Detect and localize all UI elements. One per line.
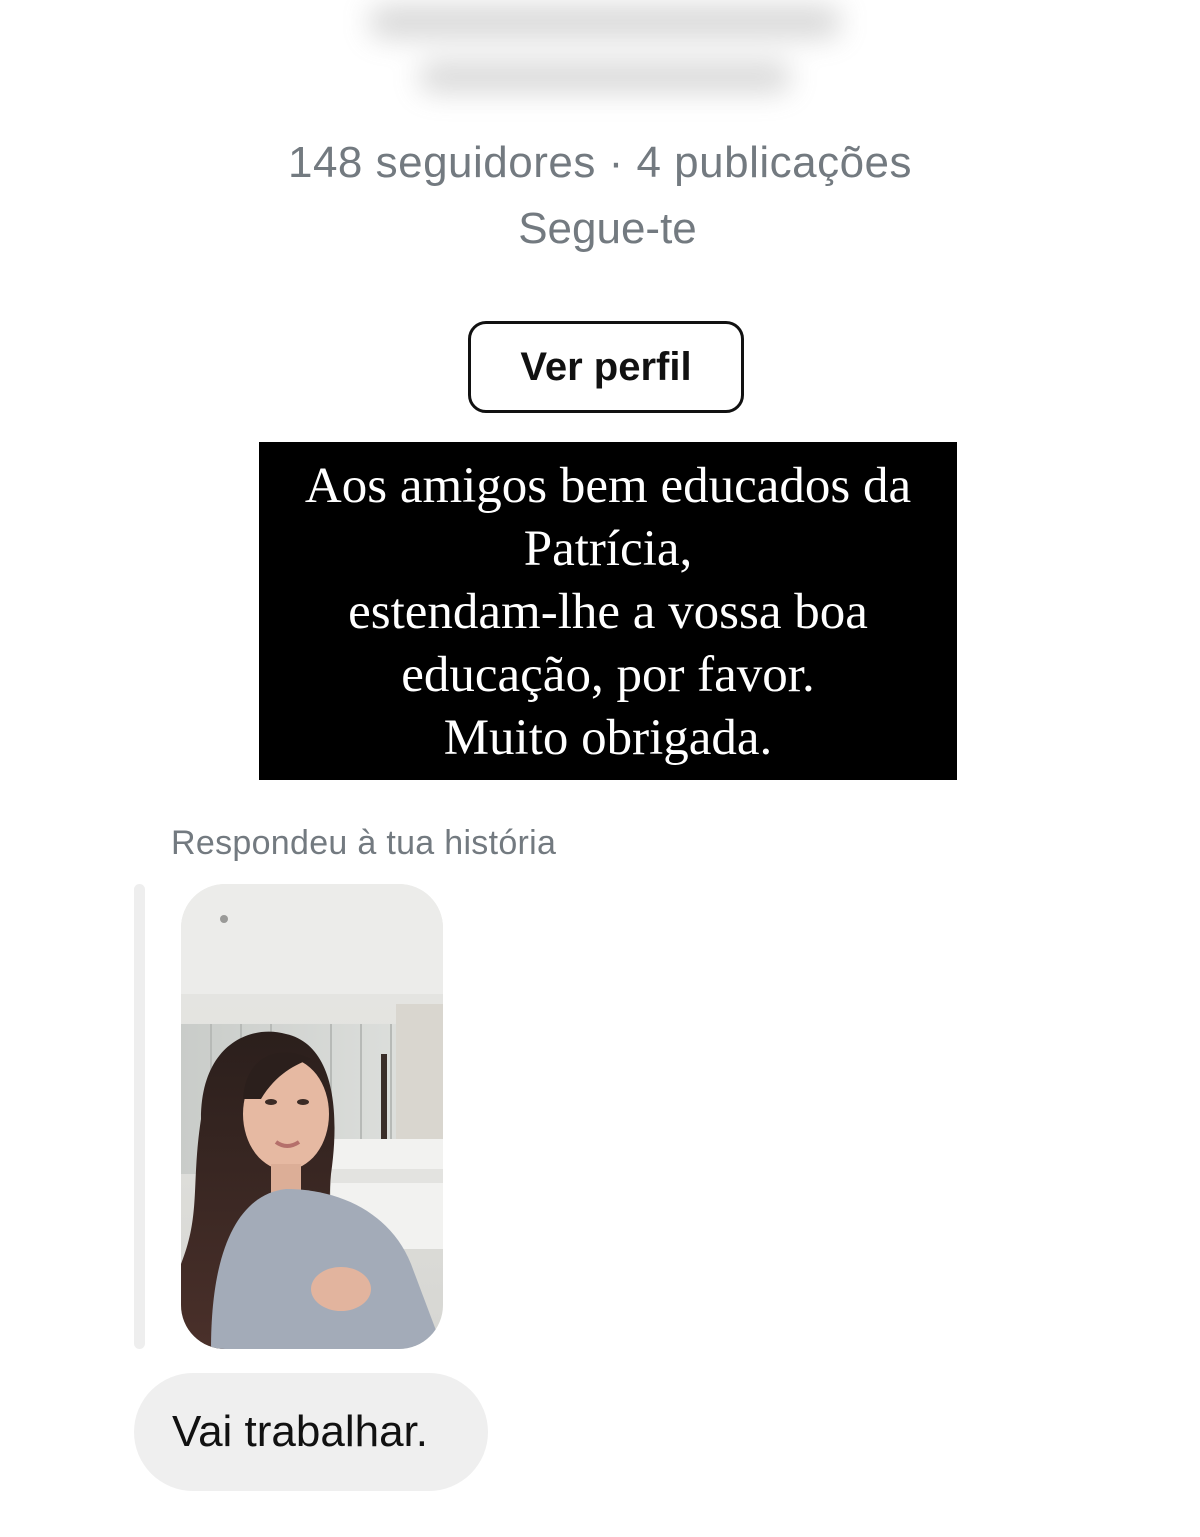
notice-overlay: Aos amigos bem educados da Patrícia, est…	[259, 442, 957, 780]
notice-line: Patrícia,	[523, 521, 693, 577]
story-photo-icon	[181, 884, 443, 1349]
blurred-profile-header	[330, 0, 870, 120]
notice-line: Muito obrigada.	[443, 710, 773, 766]
story-thumbnail[interactable]	[181, 884, 443, 1349]
message-bubble[interactable]: Vai trabalhar.	[134, 1373, 488, 1491]
reply-indicator-bar	[134, 884, 145, 1349]
notice-line: educação, por favor.	[401, 647, 815, 703]
story-reply-label: Respondeu à tua história	[171, 824, 557, 862]
follows-you-label: Segue-te	[518, 204, 697, 253]
notice-line: Aos amigos bem educados da	[304, 458, 912, 514]
notice-line: estendam-lhe a vossa boa	[348, 584, 868, 640]
profile-stats: 148 seguidores · 4 publicações	[287, 138, 913, 187]
view-profile-button[interactable]: Ver perfil	[468, 321, 744, 413]
